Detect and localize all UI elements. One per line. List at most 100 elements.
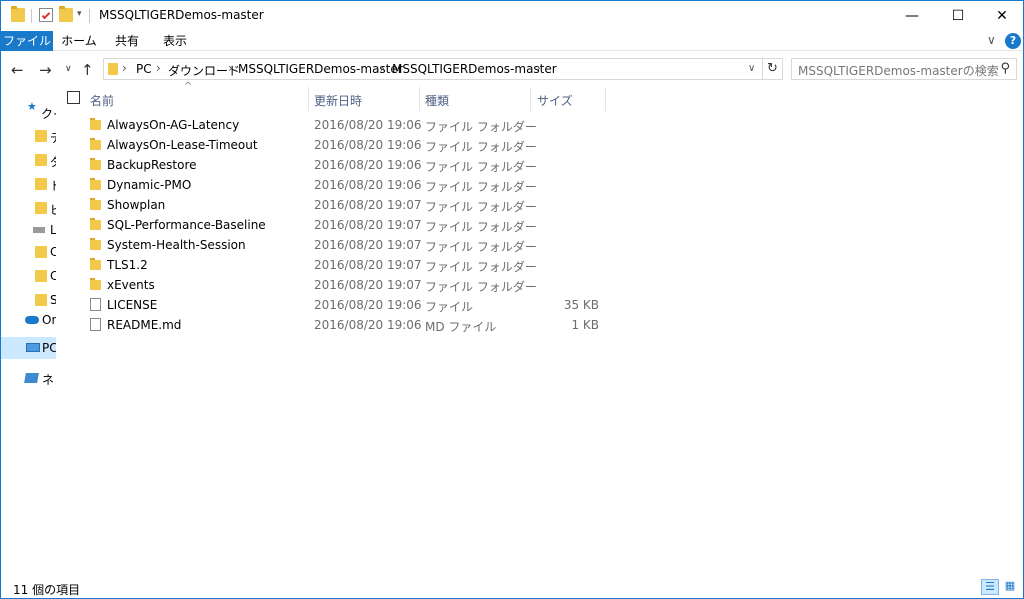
list-item[interactable]: AlwaysOn-AG-Latency 2016/08/20 19:06 ファイ… (57, 115, 1023, 135)
customize-toolbar-icon[interactable]: ▾ (77, 9, 82, 19)
address-bar[interactable]: › PC › ダウンロード › MSSQLTIGERDemos-master ›… (103, 58, 763, 80)
pc-icon (26, 343, 40, 352)
expand-ribbon-icon[interactable]: ∨ (987, 33, 996, 47)
nav-item[interactable]: ピ (1, 197, 56, 219)
list-item[interactable]: README.md 2016/08/20 19:06 MD ファイル 1 KB (57, 315, 1023, 335)
window-title: MSSQLTIGERDemos-master (99, 8, 264, 22)
refresh-button[interactable]: ↻ (763, 58, 783, 80)
folder-icon (35, 294, 47, 306)
column-date[interactable]: 更新日時 (314, 92, 362, 109)
minimize-button[interactable]: — (889, 1, 935, 31)
drive-icon (33, 227, 45, 233)
search-icon[interactable]: ⚲ (1000, 61, 1010, 76)
tab-share[interactable]: 共有 (109, 31, 145, 51)
recent-locations-icon[interactable]: ∨ (65, 64, 72, 74)
list-item[interactable]: Showplan 2016/08/20 19:07 ファイル フォルダー (57, 195, 1023, 215)
file-icon (90, 298, 101, 311)
folder-icon (90, 198, 101, 210)
up-button[interactable]: ↑ (81, 61, 94, 79)
star-icon: ★ (27, 100, 37, 113)
file-list: ^ 名前 更新日時 種類 サイズ AlwaysOn-AG-Latency 201… (57, 81, 1023, 575)
list-item[interactable]: LICENSE 2016/08/20 19:06 ファイル 35 KB (57, 295, 1023, 315)
folder-icon (35, 154, 47, 166)
chevron-right-icon[interactable]: › (228, 61, 233, 75)
properties-icon[interactable] (39, 8, 53, 22)
column-divider[interactable] (419, 87, 420, 111)
search-box[interactable]: MSSQLTIGERDemos-masterの検索 ⚲ (791, 58, 1017, 80)
cloud-icon (25, 316, 39, 324)
list-item[interactable]: AlwaysOn-Lease-Timeout 2016/08/20 19:06 … (57, 135, 1023, 155)
breadcrumb-pc[interactable]: PC (136, 62, 152, 76)
nav-item[interactable]: ダ (1, 149, 56, 171)
folder-icon (35, 270, 47, 282)
item-count: 11 個の項目 (13, 583, 81, 597)
column-name[interactable]: 名前 (90, 92, 114, 109)
list-item[interactable]: xEvents 2016/08/20 19:07 ファイル フォルダー (57, 275, 1023, 295)
folder-icon (90, 238, 101, 250)
nav-this-pc[interactable]: PC (1, 337, 56, 359)
list-item[interactable]: TLS1.2 2016/08/20 19:07 ファイル フォルダー (57, 255, 1023, 275)
column-divider[interactable] (605, 87, 606, 111)
column-divider[interactable] (530, 87, 531, 111)
folder-icon (11, 6, 25, 22)
folder-icon (35, 202, 47, 214)
column-type[interactable]: 種類 (425, 92, 449, 109)
title-bar: ▾ MSSQLTIGERDemos-master — ☐ ✕ (1, 1, 1023, 31)
list-item[interactable]: SQL-Performance-Baseline 2016/08/20 19:0… (57, 215, 1023, 235)
select-all-checkbox[interactable] (67, 91, 80, 104)
folder-icon (90, 218, 101, 230)
list-item[interactable]: BackupRestore 2016/08/20 19:06 ファイル フォルダ… (57, 155, 1023, 175)
nav-network[interactable]: ネ (1, 367, 56, 389)
search-placeholder: MSSQLTIGERDemos-masterの検索 (798, 64, 999, 78)
large-icons-view-icon[interactable]: ▦ (1001, 579, 1019, 595)
column-divider[interactable] (308, 87, 309, 111)
nav-onedrive[interactable]: On (1, 309, 56, 331)
explorer-window: ▾ MSSQLTIGERDemos-master — ☐ ✕ ファイル ホーム … (0, 0, 1024, 599)
folder-icon (90, 158, 101, 170)
navigation-pane: ★ クイ デ ダ ド ピ L C C (1, 87, 56, 575)
folder-icon (35, 246, 47, 258)
chevron-right-icon[interactable]: › (380, 61, 385, 75)
help-icon[interactable]: ? (1005, 33, 1021, 49)
chevron-right-icon[interactable]: › (156, 61, 161, 75)
folder-icon (35, 130, 47, 142)
folder-icon (90, 138, 101, 150)
tab-file[interactable]: ファイル (1, 31, 53, 51)
nav-item[interactable]: デ (1, 125, 56, 147)
folder-icon (90, 178, 101, 190)
folder-icon (90, 118, 101, 130)
nav-label: クイ (41, 107, 56, 121)
nav-item[interactable]: ド (1, 173, 56, 195)
separator (31, 9, 32, 23)
separator (89, 9, 90, 23)
chevron-right-icon[interactable]: › (122, 61, 127, 75)
ribbon: ファイル ホーム 共有 表示 ∨ ? (1, 31, 1023, 51)
back-button[interactable]: ← (11, 61, 24, 79)
new-folder-icon[interactable] (59, 6, 73, 22)
breadcrumb-folder-1[interactable]: MSSQLTIGERDemos-master (238, 62, 403, 76)
details-view-icon[interactable]: ☰ (981, 579, 999, 595)
tab-home[interactable]: ホーム (59, 31, 99, 51)
location-folder-icon (108, 63, 118, 75)
chevron-right-icon[interactable]: › (536, 61, 541, 75)
address-row: ← → ∨ ↑ › PC › ダウンロード › MSSQLTIGERDemos-… (1, 52, 1023, 86)
breadcrumb-folder-2[interactable]: MSSQLTIGERDemos-master (392, 62, 557, 76)
nav-item[interactable]: C (1, 265, 56, 287)
list-item[interactable]: System-Health-Session 2016/08/20 19:07 フ… (57, 235, 1023, 255)
column-header-row: ^ 名前 更新日時 種類 サイズ (57, 81, 1023, 111)
close-button[interactable]: ✕ (979, 1, 1024, 31)
nav-item[interactable]: L (1, 219, 56, 241)
status-bar: 11 個の項目 ☰ ▦ (1, 577, 1023, 598)
tab-view[interactable]: 表示 (157, 31, 193, 51)
network-icon (24, 373, 39, 383)
list-item[interactable]: Dynamic-PMO 2016/08/20 19:06 ファイル フォルダー (57, 175, 1023, 195)
folder-icon (90, 278, 101, 290)
forward-button[interactable]: → (39, 61, 52, 79)
maximize-button[interactable]: ☐ (935, 1, 981, 31)
sort-ascending-icon: ^ (184, 81, 193, 92)
nav-item[interactable]: S (1, 289, 56, 311)
nav-item[interactable]: C (1, 241, 56, 263)
chevron-down-icon[interactable]: ∨ (748, 63, 755, 74)
column-size[interactable]: サイズ (537, 92, 573, 109)
nav-quick-access[interactable]: ★ クイ (1, 100, 56, 123)
